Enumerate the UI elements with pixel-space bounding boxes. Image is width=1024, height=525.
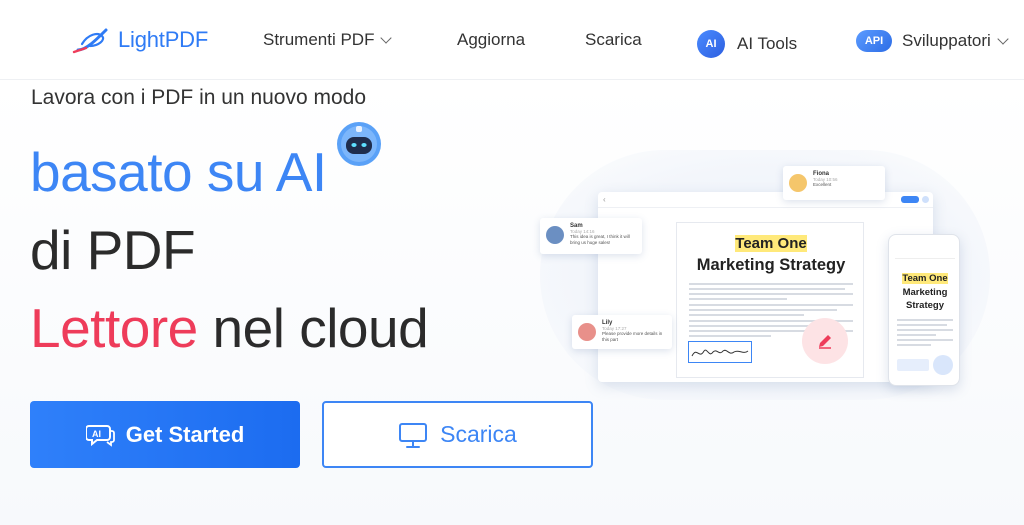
back-arrow-icon: ‹ bbox=[603, 195, 606, 204]
headline-line-2: di PDF bbox=[30, 219, 196, 281]
chevron-down-icon bbox=[997, 33, 1009, 45]
comment-text: This idea is great, I think it will brin… bbox=[570, 234, 630, 245]
comment-text: Please provide more details in this part bbox=[602, 331, 663, 342]
toolbar-toggle bbox=[901, 196, 919, 203]
svg-text:AI: AI bbox=[92, 429, 101, 439]
lightpdf-logo-icon bbox=[72, 28, 108, 54]
phone-title-2: Marketing bbox=[902, 287, 948, 298]
nav-ai-tools-label: AI Tools bbox=[737, 34, 798, 53]
phone-toolbar bbox=[895, 251, 955, 259]
avatar bbox=[578, 323, 596, 341]
phone-input-bar bbox=[897, 359, 929, 371]
chevron-down-icon bbox=[380, 32, 393, 44]
comment-card-lily: Lily Today 17:27 Please provide more det… bbox=[572, 315, 672, 349]
brand-logo[interactable]: LightPDF bbox=[72, 26, 208, 54]
nav-developers[interactable]: API Sviluppatori bbox=[856, 30, 1009, 52]
nav-pdf-tools[interactable]: Strumenti PDF bbox=[263, 30, 393, 50]
headline-highlight: Lettore bbox=[30, 297, 198, 359]
phone-action-circle bbox=[933, 355, 953, 375]
pen-icon bbox=[819, 335, 831, 349]
api-cloud-icon: API bbox=[856, 30, 892, 52]
comment-card-fiona: Fiona Today 10:56 Excellent bbox=[783, 166, 885, 200]
signature-scribble bbox=[691, 349, 749, 357]
nav-ai-tools[interactable]: AI AI Tools bbox=[697, 30, 797, 58]
comment-text: Excellent bbox=[813, 182, 832, 187]
phone-title-3: Strategy bbox=[905, 300, 944, 311]
monitor-icon bbox=[399, 422, 428, 448]
download-button[interactable]: Scarica bbox=[322, 401, 593, 468]
toolbar-dot bbox=[922, 196, 929, 203]
ai-gear-icon: AI bbox=[697, 30, 725, 58]
edit-pen-button bbox=[802, 318, 848, 364]
ai-robot-icon bbox=[337, 122, 381, 166]
comment-card-sam: Sam Today 14:16 This idea is great, I th… bbox=[540, 218, 642, 254]
download-label: Scarica bbox=[440, 421, 517, 447]
phone-title-1: Team One bbox=[902, 273, 948, 284]
get-started-label: Get Started bbox=[125, 421, 245, 447]
nav-developers-label: Sviluppatori bbox=[902, 31, 991, 50]
top-navigation: LightPDF Strumenti PDF Aggiorna Scarica … bbox=[0, 0, 1024, 80]
avatar bbox=[789, 174, 807, 192]
phone-text-lines bbox=[897, 319, 953, 349]
ai-chat-icon: AI bbox=[85, 424, 115, 447]
doc-title-2: Marketing Strategy bbox=[696, 256, 846, 274]
doc-title-1: Team One bbox=[735, 235, 807, 252]
phone-mockup: Team One Marketing Strategy bbox=[888, 234, 960, 386]
nav-upgrade-label: Aggiorna bbox=[457, 30, 526, 49]
nav-upgrade[interactable]: Aggiorna bbox=[457, 30, 525, 50]
nav-pdf-tools-label: Strumenti PDF bbox=[263, 30, 375, 49]
hero-tagline: Lavora con i PDF in un nuovo modo bbox=[31, 86, 367, 109]
headline-rest: nel cloud bbox=[197, 297, 429, 359]
nav-download[interactable]: Scarica bbox=[585, 30, 642, 50]
brand-name: LightPDF bbox=[118, 27, 209, 52]
nav-download-label: Scarica bbox=[585, 30, 642, 49]
avatar bbox=[546, 226, 564, 244]
get-started-button[interactable]: AI Get Started bbox=[30, 401, 300, 468]
signature-field bbox=[688, 341, 752, 363]
headline-line-1: basato su AI bbox=[30, 141, 327, 203]
headline-line-3: Lettore nel cloud bbox=[30, 297, 429, 359]
